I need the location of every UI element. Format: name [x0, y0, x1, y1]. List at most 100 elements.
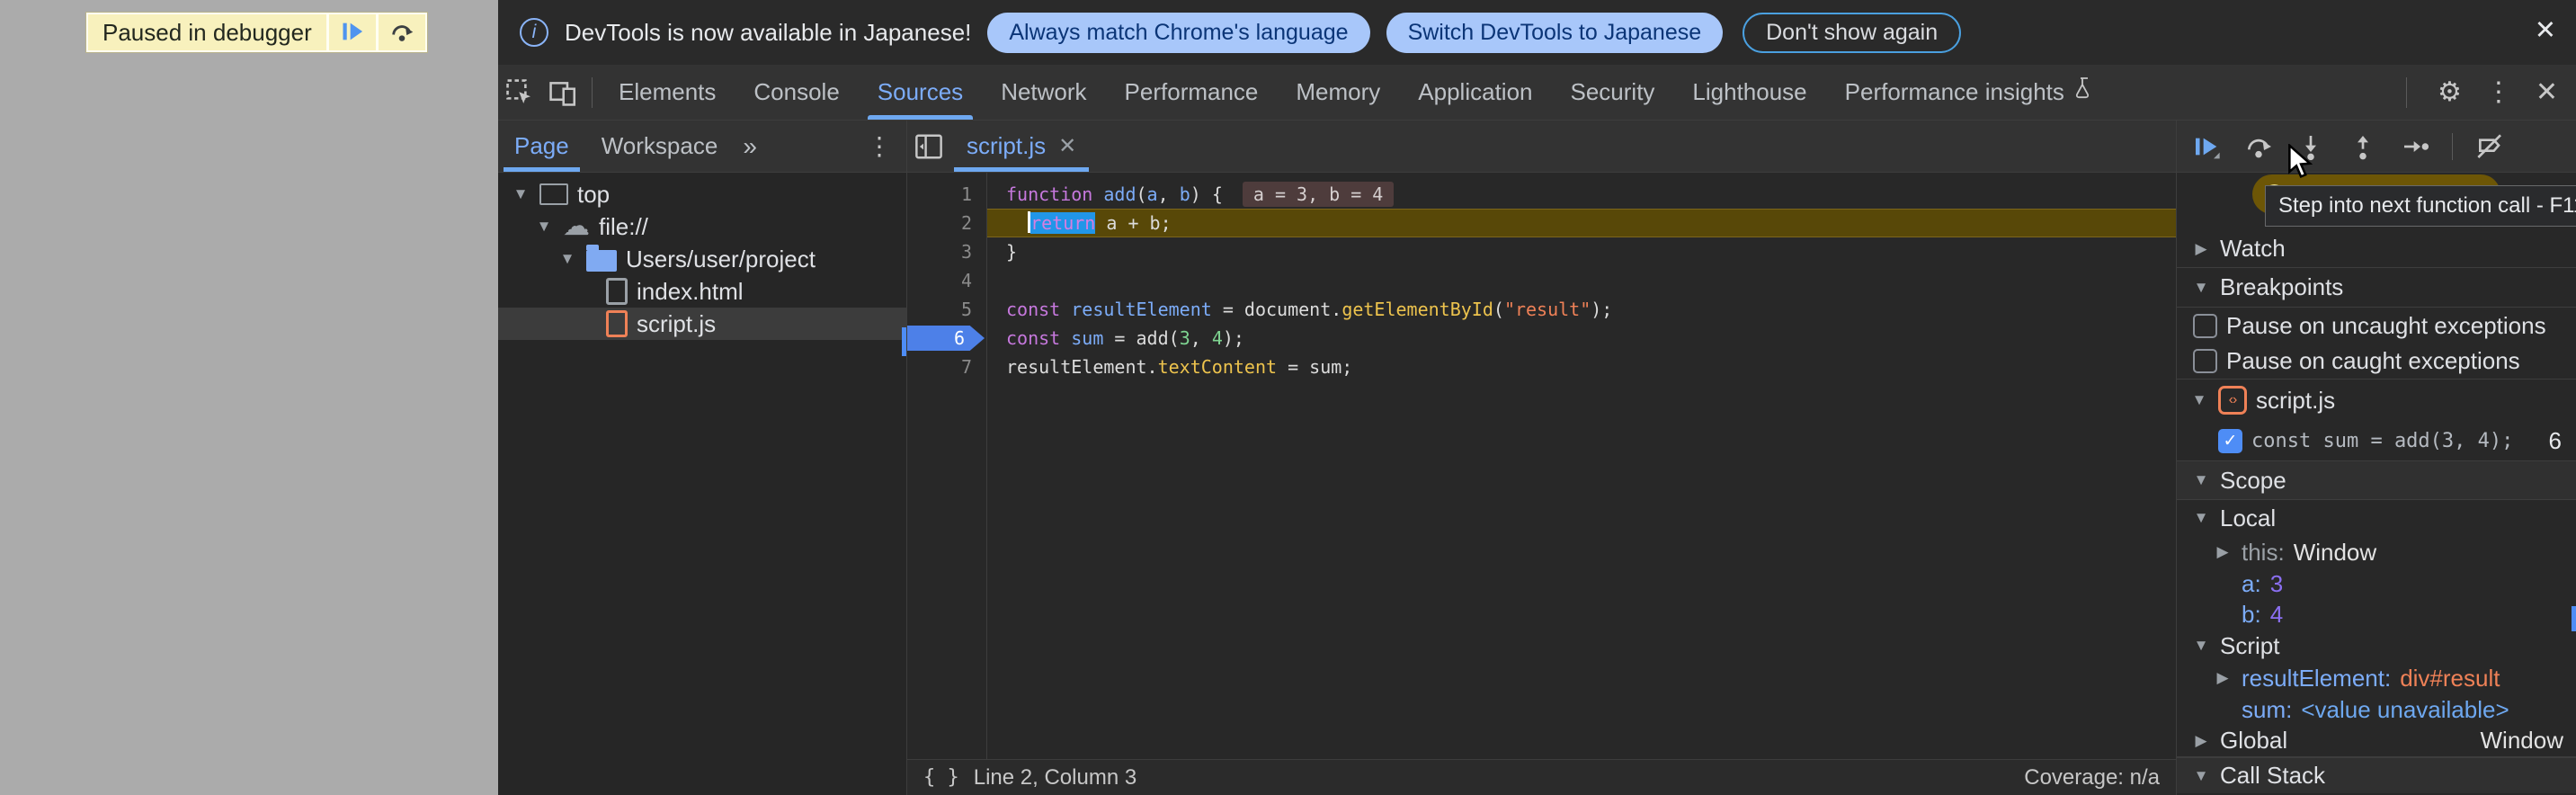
notification-close-icon[interactable]: ✕	[2535, 14, 2556, 46]
code-line-3[interactable]: 3 }	[907, 237, 2176, 266]
scope-var-resultelement[interactable]: ▶ resultElement: div#result	[2177, 662, 2576, 694]
tab-performance-insights[interactable]: Performance insights	[1826, 65, 2114, 120]
expanded-arrow-icon[interactable]: ▼	[2191, 637, 2211, 655]
scope-local-group[interactable]: ▼ Local	[2177, 500, 2576, 536]
settings-gear-icon[interactable]: ⚙	[2438, 76, 2462, 108]
step-icon[interactable]	[2400, 131, 2430, 162]
pause-on-uncaught-row[interactable]: Pause on uncaught exceptions	[2177, 308, 2576, 344]
more-tabs-chevron-icon[interactable]: »	[734, 132, 766, 161]
code-line-7[interactable]: 7 resultElement.textContent = sum;	[907, 353, 2176, 381]
switch-to-japanese-button[interactable]: Switch DevTools to Japanese	[1386, 13, 1724, 53]
navigator-scroll-indicator[interactable]	[902, 327, 906, 356]
breakpoint-marker[interactable]: 6	[907, 326, 985, 351]
line-number[interactable]: 2	[907, 209, 972, 237]
call-stack-section-header[interactable]: ▼ Call Stack	[2177, 757, 2576, 793]
deactivate-breakpoints-icon[interactable]	[2474, 131, 2505, 162]
breakpoint-entry[interactable]: ✓ const sum = add(3, 4); 6	[2177, 421, 2576, 460]
tab-lighthouse[interactable]: Lighthouse	[1673, 65, 1825, 120]
tab-workspace[interactable]: Workspace	[585, 121, 735, 172]
line-number[interactable]: 7	[907, 353, 972, 381]
step-over-icon[interactable]	[2243, 131, 2274, 162]
expanded-arrow-icon[interactable]: ▼	[2191, 471, 2211, 489]
expanded-arrow-icon[interactable]: ▼	[2191, 509, 2211, 527]
line-number[interactable]: 1	[907, 180, 972, 209]
pane-divider[interactable]	[906, 121, 907, 795]
toolbar-divider	[2406, 77, 2407, 108]
expanded-arrow-icon[interactable]: ▼	[2191, 767, 2211, 785]
notification-message: DevTools is now available in Japanese!	[565, 19, 971, 47]
code-line-5[interactable]: 5 const resultElement = document.getElem…	[907, 295, 2176, 324]
step-over-button-overlay[interactable]	[379, 14, 425, 50]
toggle-navigator-panel-icon[interactable]	[907, 125, 950, 168]
breakpoint-file-group[interactable]: ▼ ‹› script.js	[2177, 380, 2576, 421]
resume-script-button[interactable]	[329, 14, 376, 50]
expand-arrow-icon[interactable]: ▼	[534, 218, 554, 236]
tab-performance[interactable]: Performance	[1106, 65, 1278, 120]
scope-var-this[interactable]: ▶ this: Window	[2177, 536, 2576, 568]
debugger-scroll-indicator[interactable]	[2572, 606, 2576, 631]
checkbox-unchecked[interactable]	[2193, 314, 2217, 338]
collapsed-arrow-icon[interactable]: ▶	[2213, 543, 2233, 561]
tab-network[interactable]: Network	[982, 65, 1105, 120]
tree-item-project-folder[interactable]: ▼ Users/user/project	[498, 243, 906, 275]
scope-global-group[interactable]: ▶ Global Window	[2177, 725, 2576, 757]
toolbar-right-controls: ⚙ ⋮ ✕	[2399, 76, 2576, 108]
tab-page[interactable]: Page	[498, 121, 585, 172]
scope-script-group[interactable]: ▼ Script	[2177, 630, 2576, 662]
resume-script-icon[interactable]	[2191, 131, 2222, 162]
device-toolbar-icon[interactable]	[541, 71, 584, 114]
expand-arrow-icon[interactable]: ▼	[557, 250, 577, 268]
code-line-2-execution[interactable]: 2 return a + b;	[907, 209, 2176, 237]
breakpoints-section-header[interactable]: ▼ Breakpoints	[2177, 268, 2576, 308]
navigator-kebab-icon[interactable]: ⋮	[867, 131, 906, 161]
editor-pane: script.js ✕ 1 function add(a, b) {a = 3,…	[907, 121, 2176, 795]
tab-sources[interactable]: Sources	[859, 65, 982, 120]
scope-var-sum[interactable]: sum: <value unavailable>	[2177, 694, 2576, 725]
tree-item-file-origin[interactable]: ▼ ☁ file://	[498, 210, 906, 243]
tree-item-index-html[interactable]: index.html	[498, 275, 906, 308]
inspect-element-icon[interactable]	[498, 71, 541, 114]
pane-divider[interactable]	[2176, 121, 2177, 795]
checkbox-checked[interactable]: ✓	[2218, 429, 2242, 453]
line-number[interactable]: 3	[907, 237, 972, 266]
collapsed-arrow-icon[interactable]: ▶	[2213, 669, 2233, 687]
checkbox-unchecked[interactable]	[2193, 349, 2217, 373]
line-number[interactable]: 4	[907, 266, 972, 295]
tab-console[interactable]: Console	[735, 65, 858, 120]
editor-tab-script-js[interactable]: script.js ✕	[950, 121, 1092, 172]
step-into-icon[interactable]	[2295, 131, 2326, 162]
collapsed-arrow-icon[interactable]: ▶	[2191, 732, 2211, 750]
scope-section-header[interactable]: ▼ Scope	[2177, 460, 2576, 500]
close-devtools-icon[interactable]: ✕	[2536, 76, 2558, 108]
script-document-icon	[606, 310, 628, 337]
code-line-6-breakpoint[interactable]: 6 const sum = add(3, 4);	[907, 324, 2176, 353]
scope-var-b[interactable]: b: 4	[2177, 599, 2576, 630]
cursor-position-label: Line 2, Column 3	[974, 765, 1136, 791]
code-line-1[interactable]: 1 function add(a, b) {a = 3, b = 4	[907, 180, 2176, 209]
expanded-arrow-icon[interactable]: ▼	[2189, 391, 2209, 409]
dont-show-again-button[interactable]: Don't show again	[1743, 13, 1961, 53]
tree-item-top[interactable]: ▼ top	[498, 178, 906, 210]
watch-section-header[interactable]: ▶ Watch	[2177, 230, 2576, 268]
tab-memory[interactable]: Memory	[1277, 65, 1399, 120]
close-tab-icon[interactable]: ✕	[1058, 133, 1076, 159]
pause-on-caught-row[interactable]: Pause on caught exceptions	[2177, 344, 2576, 380]
tab-elements[interactable]: Elements	[600, 65, 735, 120]
origin-cloud-icon: ☁	[563, 216, 590, 237]
expanded-arrow-icon[interactable]: ▼	[2191, 279, 2211, 297]
expand-arrow-icon[interactable]: ▼	[511, 185, 530, 203]
pretty-print-icon[interactable]: { }	[923, 766, 959, 789]
sources-panel: Page Workspace » ⋮ ▼ top ▼ ☁ file://	[498, 121, 2576, 795]
tab-application[interactable]: Application	[1399, 65, 1551, 120]
code-line-4[interactable]: 4	[907, 266, 2176, 295]
more-options-kebab-icon[interactable]: ⋮	[2485, 76, 2512, 108]
always-match-language-button[interactable]: Always match Chrome's language	[987, 13, 1369, 53]
collapsed-arrow-icon[interactable]: ▶	[2191, 240, 2211, 258]
code-editor[interactable]: 1 function add(a, b) {a = 3, b = 4 2 ret…	[907, 173, 2176, 759]
scope-var-a[interactable]: a: 3	[2177, 568, 2576, 599]
tree-item-script-js[interactable]: script.js	[498, 308, 906, 340]
tab-security[interactable]: Security	[1552, 65, 1674, 120]
paused-banner-label: Paused in debugger	[88, 14, 326, 50]
step-out-icon[interactable]	[2348, 131, 2378, 162]
line-number[interactable]: 5	[907, 295, 972, 324]
